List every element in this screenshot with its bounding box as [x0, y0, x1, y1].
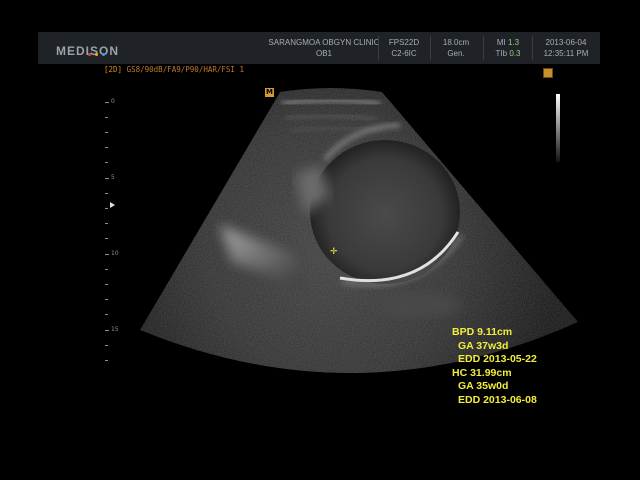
hc-edd-line: EDD 2013-06-08 [452, 394, 562, 408]
depth-tick [105, 299, 108, 300]
depth-tick [105, 223, 108, 224]
depth-label-15: 15 [111, 326, 119, 333]
bpd-edd-label: EDD [458, 353, 481, 365]
bpd-edd-line: EDD 2013-05-22 [452, 353, 562, 367]
hc-label: HC [452, 366, 468, 379]
depth-tick [105, 269, 108, 270]
depth-tick [105, 238, 108, 239]
depth-tick [105, 345, 108, 346]
bpd-label: BPD [452, 326, 475, 338]
hc-line: HC 31.99cm [452, 367, 562, 381]
focus-marker-icon[interactable] [110, 202, 115, 208]
grayscale-bar [556, 94, 560, 162]
depth-tick [105, 147, 108, 148]
depth-label-0: 0 [111, 98, 115, 105]
depth-tick [105, 162, 108, 163]
hc-value: 31.99cm [470, 366, 512, 379]
hc-ga-line: GA 35w0d [452, 380, 562, 394]
measurement-panel: BPD 9.11cm GA 37w3d EDD 2013-05-22 HC 31… [452, 326, 562, 410]
bpd-ga-label: GA [458, 339, 474, 352]
hc-edd-label: EDD [458, 393, 481, 406]
depth-tick [105, 178, 109, 179]
depth-tick [105, 132, 108, 133]
depth-label-5: 5 [111, 174, 115, 181]
hc-edd-value: 2013-06-08 [483, 393, 537, 406]
depth-tick [105, 102, 109, 103]
depth-tick [105, 254, 109, 255]
depth-tick [105, 208, 108, 209]
depth-tick [105, 330, 109, 331]
caliper-cursor-icon[interactable]: ✛ [330, 248, 338, 257]
bpd-value: 9.11cm [477, 326, 513, 338]
depth-scale: 0 5 10 15 [100, 96, 130, 366]
bpd-edd-value: 2013-05-22 [483, 353, 537, 365]
depth-tick [105, 360, 108, 361]
bpd-line: BPD 9.11cm [452, 326, 562, 340]
depth-tick [105, 117, 108, 118]
depth-label-10: 10 [111, 250, 119, 257]
bpd-ga-line: GA 37w3d [452, 340, 562, 354]
depth-tick [105, 284, 108, 285]
depth-tick [105, 314, 108, 315]
orientation-marker: M [265, 88, 274, 97]
hc-ga-label: GA [458, 380, 474, 392]
hc-ga-value: 35w0d [476, 380, 509, 392]
bpd-ga-value: 37w3d [476, 339, 509, 352]
depth-tick [105, 193, 108, 194]
